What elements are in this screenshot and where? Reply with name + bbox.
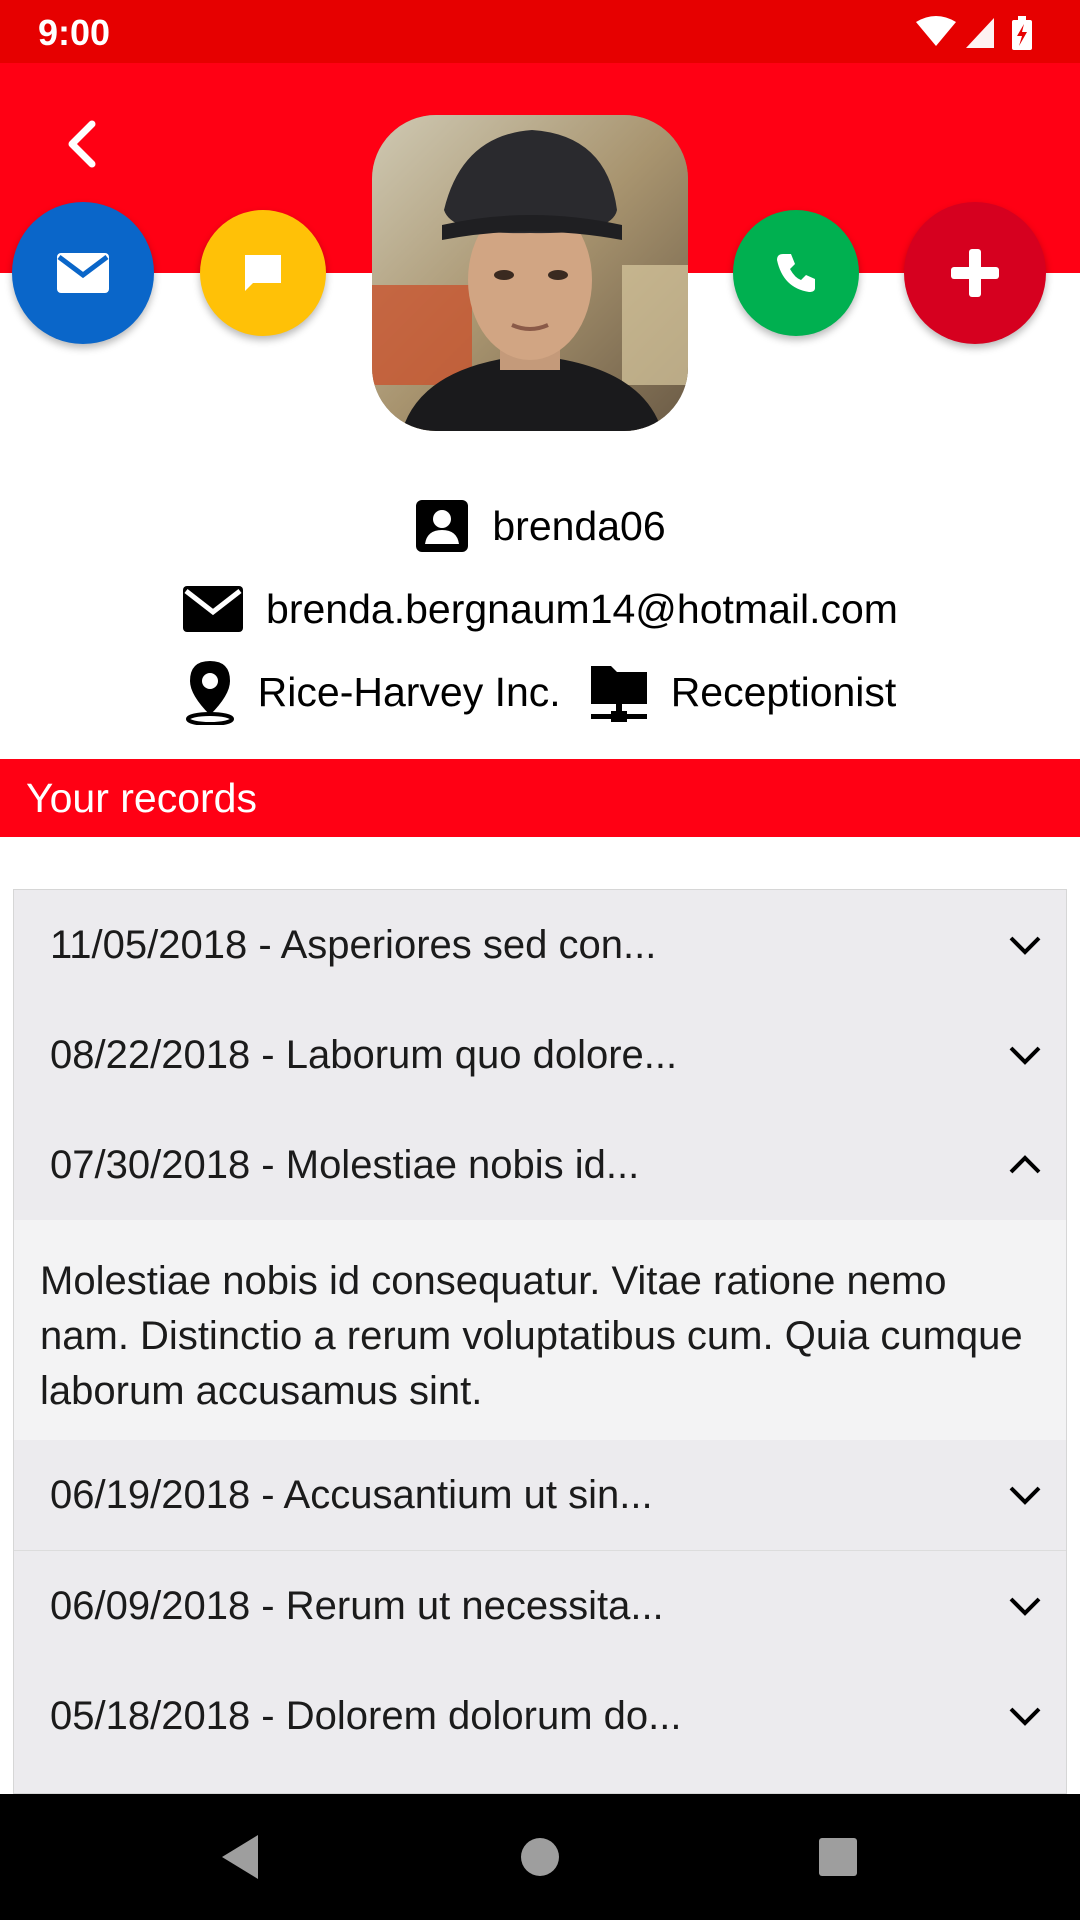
home-circle-icon (521, 1838, 559, 1876)
nav-back-button[interactable] (214, 1831, 266, 1883)
record-title: 06/19/2018 - Accusantium ut sin... (50, 1472, 653, 1517)
job-role: Receptionist (670, 668, 897, 715)
company-row: Rice-Harvey Inc. Receptionist (0, 658, 1080, 726)
record-item[interactable]: 05/18/2018 - Dolorem dolorum do... (14, 1661, 1066, 1771)
email-address: brenda.bergnaum14@hotmail.com (266, 585, 898, 632)
chevron-down-icon (1008, 1038, 1042, 1072)
status-bar: 9:00 (0, 0, 1080, 63)
avatar-photo (372, 115, 688, 431)
plus-icon (951, 249, 999, 297)
record-item-expanded[interactable]: 07/30/2018 - Molestiae nobis id... (14, 1110, 1066, 1220)
phone-icon (777, 254, 815, 292)
chevron-down-icon (1008, 1589, 1042, 1623)
company-name: Rice-Harvey Inc. (257, 668, 561, 715)
location-pin-icon (184, 659, 236, 725)
chevron-down-icon (1008, 1478, 1042, 1512)
username-row: brenda06 (0, 492, 1080, 560)
record-detail: Molestiae nobis id consequatur. Vitae ra… (14, 1220, 1066, 1440)
chevron-down-icon (1008, 928, 1042, 962)
nav-home-button[interactable] (514, 1831, 566, 1883)
chevron-down-icon (1008, 1699, 1042, 1733)
chat-icon (245, 255, 281, 291)
record-title: 06/09/2018 - Rerum ut necessita... (50, 1583, 664, 1628)
record-title: 08/22/2018 - Laborum quo dolore... (50, 1032, 678, 1077)
recents-square-icon (819, 1838, 857, 1876)
records-header: Your records (0, 759, 1080, 837)
status-time: 9:00 (38, 12, 111, 53)
signal-icon (966, 18, 994, 48)
email-row: brenda.bergnaum14@hotmail.com (0, 575, 1080, 643)
back-triangle-icon (222, 1835, 258, 1879)
status-icons (916, 16, 1032, 50)
record-title: 11/05/2018 - Asperiores sed con... (50, 922, 657, 967)
username: brenda06 (492, 502, 666, 549)
records-list: 11/05/2018 - Asperiores sed con... 08/22… (13, 889, 1067, 1794)
records-title: Your records (26, 775, 257, 821)
folder-network-icon (589, 660, 649, 724)
record-title: 05/18/2018 - Dolorem dolorum do... (50, 1693, 682, 1738)
contact-card-icon (414, 498, 470, 554)
record-item[interactable]: 06/19/2018 - Accusantium ut sin... (14, 1440, 1066, 1550)
mail-icon (182, 584, 244, 634)
message-button[interactable] (200, 210, 326, 336)
add-button[interactable] (904, 202, 1046, 344)
call-button[interactable] (733, 210, 859, 336)
mail-icon (57, 253, 109, 293)
avatar (372, 115, 688, 431)
system-nav-bar (0, 1794, 1080, 1920)
email-button[interactable] (12, 202, 154, 344)
back-button[interactable] (54, 112, 110, 176)
record-item[interactable]: 08/22/2018 - Laborum quo dolore... (14, 1000, 1066, 1110)
nav-recents-button[interactable] (812, 1831, 864, 1883)
wifi-icon (916, 16, 956, 46)
chevron-up-icon (1008, 1148, 1042, 1182)
record-item[interactable]: 11/05/2018 - Asperiores sed con... (14, 890, 1066, 1000)
battery-charging-icon (1012, 16, 1032, 50)
record-item[interactable]: 06/09/2018 - Rerum ut necessita... (14, 1550, 1066, 1661)
chevron-left-icon (68, 120, 96, 168)
record-title: 07/30/2018 - Molestiae nobis id... (50, 1142, 640, 1187)
